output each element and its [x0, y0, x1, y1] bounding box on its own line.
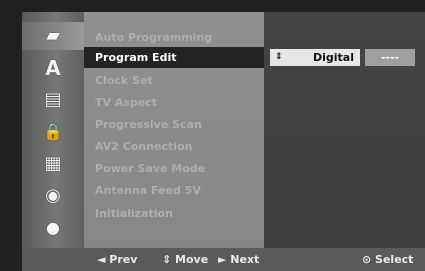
menu-item-av2-connection[interactable]: AV2 Connection: [95, 138, 260, 155]
move-hint: ⇕ Move: [162, 253, 209, 266]
dvd-icon: ◉: [45, 185, 61, 206]
updown-arrow-icon: ⇕: [275, 52, 283, 62]
menu-item-program-edit[interactable]: Program Edit: [95, 49, 260, 66]
program-edit-option[interactable]: ⇕ Digital: [270, 49, 360, 66]
display-icon: ▤: [44, 89, 62, 110]
select-hint: ⊙ Select: [362, 253, 414, 266]
sidebar-item-dvd[interactable]: ◉: [22, 182, 84, 210]
disc-icon: ▰: [46, 25, 60, 46]
prev-hint: ◄ Prev: [97, 253, 138, 266]
sidebar-item-lock[interactable]: 🔒: [22, 118, 84, 146]
next-hint: ► Next: [218, 253, 260, 266]
menu-item-clock-set[interactable]: Clock Set: [95, 72, 260, 89]
speaker-icon: ●: [46, 218, 60, 237]
secondary-option-value: ----: [380, 51, 400, 64]
menu-item-antenna-feed[interactable]: Antenna Feed 5V: [95, 182, 260, 199]
menu-item-power-save-mode[interactable]: Power Save Mode: [95, 160, 260, 177]
menu-item-initialization[interactable]: Initialization: [95, 205, 260, 222]
secondary-option[interactable]: ----: [365, 49, 415, 66]
sidebar: ▰ A ▤ 🔒 ▦ ◉ ●: [22, 12, 84, 248]
submenu-panel: [264, 12, 425, 248]
sidebar-item-disc[interactable]: ▰: [22, 22, 84, 50]
setup-menu-screen: ▰ A ▤ 🔒 ▦ ◉ ● Auto Programming Program E…: [0, 0, 425, 271]
menu-item-progressive-scan[interactable]: Progressive Scan: [95, 116, 260, 133]
lock-icon: 🔒: [43, 122, 63, 141]
sidebar-item-display[interactable]: ▤: [22, 86, 84, 114]
sidebar-item-speaker[interactable]: ●: [22, 214, 84, 242]
sidebar-item-language[interactable]: A: [22, 54, 84, 82]
menu-item-auto-programming[interactable]: Auto Programming: [95, 29, 260, 46]
film-icon: ▦: [44, 153, 62, 174]
language-icon: A: [45, 56, 61, 80]
bottom-help-bar: ◄ Prev ⇕ Move ► Next ⊙ Select: [22, 248, 425, 271]
sidebar-item-film[interactable]: ▦: [22, 150, 84, 178]
option-value: Digital: [313, 51, 354, 64]
menu-item-tv-aspect[interactable]: TV Aspect: [95, 94, 260, 111]
